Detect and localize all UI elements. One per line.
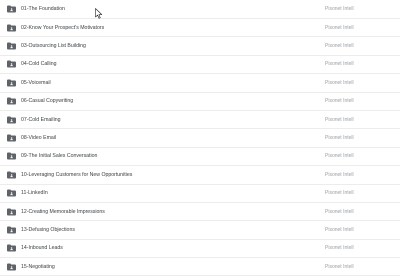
- folder-row[interactable]: 15-Negotiating Pisonet Intell: [0, 258, 400, 276]
- shared-folder-icon: [7, 134, 16, 142]
- folder-row[interactable]: 09-The Initial Sales Conversation Pisonet…: [0, 148, 400, 167]
- folder-row[interactable]: 05-Voicemail Pisonet Intell: [0, 74, 400, 93]
- folder-owner: Pisonet Intell: [325, 6, 354, 12]
- folder-row[interactable]: 13-Defusing Objections Pisonet Intell: [0, 221, 400, 240]
- folder-name: 03-Outsourcing List Building: [21, 43, 86, 50]
- folder-name: 02-Know Your Prospect's Motivators: [21, 24, 105, 31]
- folder-name: 06-Casual Copywriting: [21, 98, 74, 105]
- folder-name: 13-Defusing Objections: [21, 226, 75, 233]
- folder-name: 11-LinkedIn: [21, 190, 48, 197]
- shared-folder-icon: [7, 24, 16, 32]
- folder-name: 14-Inbound Leads: [21, 245, 63, 252]
- folder-row[interactable]: 10-Leveraging Customers for New Opportun…: [0, 166, 400, 185]
- shared-folder-icon: [7, 97, 16, 105]
- folder-owner: Pisonet Intell: [325, 171, 354, 178]
- folder-row[interactable]: 08-Video Email Pisonet Intell: [0, 129, 400, 148]
- folder-owner: Pisonet Intell: [325, 61, 354, 68]
- folder-row[interactable]: 02-Know Your Prospect's Motivators Pisone…: [0, 19, 400, 38]
- folder-row[interactable]: 11-LinkedIn Pisonet Intell: [0, 185, 400, 203]
- folder-name: 04-Cold Calling: [21, 61, 57, 68]
- shared-folder-icon: [7, 152, 16, 160]
- folder-name: 09-The Initial Sales Conversation: [21, 153, 98, 160]
- folder-owner: Pisonet Intell: [325, 226, 354, 233]
- shared-folder-icon: [7, 189, 16, 197]
- folder-name: 12-Creating Memorable Impressions: [21, 208, 105, 215]
- shared-folder-icon: [7, 244, 16, 252]
- folder-name: 01-The Foundation: [21, 6, 65, 12]
- folder-owner: Pisonet Intell: [325, 24, 354, 31]
- folder-owner: Pisonet Intell: [325, 98, 354, 105]
- folder-name: 15-Negotiating: [21, 263, 55, 270]
- folder-row[interactable]: 12-Creating Memorable Impressions Pisonet…: [0, 203, 400, 222]
- shared-folder-icon: [7, 79, 16, 87]
- folder-owner: Pisonet Intell: [325, 116, 354, 123]
- folder-name: 05-Voicemail: [21, 79, 51, 86]
- folder-name: 08-Video Email: [21, 135, 57, 142]
- shared-folder-icon: [7, 263, 16, 271]
- folder-owner: Pisonet Intell: [325, 190, 354, 197]
- shared-folder-icon: [7, 5, 16, 13]
- folder-owner: Pisonet Intell: [325, 153, 354, 160]
- folder-owner: Pisonet Intell: [325, 263, 354, 270]
- shared-folder-icon: [7, 42, 16, 50]
- folder-owner: Pisonet Intell: [325, 208, 354, 215]
- folder-name: 10-Leveraging Customers for New Opportun…: [21, 171, 133, 178]
- folder-row[interactable]: 06-Casual Copywriting Pisonet Intell: [0, 93, 400, 111]
- folder-row[interactable]: 01-The Foundation Pisonet Intell: [0, 0, 400, 19]
- shared-folder-icon: [7, 226, 16, 234]
- shared-folder-icon: [7, 171, 16, 179]
- folder-owner: Pisonet Intell: [325, 43, 354, 50]
- folder-owner: Pisonet Intell: [325, 135, 354, 142]
- shared-folder-icon: [7, 116, 16, 124]
- folder-owner: Pisonet Intell: [325, 79, 354, 86]
- folder-row[interactable]: 04-Cold Calling Pisonet Intell: [0, 56, 400, 75]
- shared-folder-icon: [7, 60, 16, 68]
- folder-list: 01-The Foundation Pisonet Intell 02-Know Y…: [0, 0, 400, 276]
- folder-row[interactable]: 14-Inbound Leads Pisonet Intell: [0, 240, 400, 259]
- folder-owner: Pisonet Intell: [325, 245, 354, 252]
- folder-name: 07-Cold Emailing: [21, 116, 61, 123]
- folder-row[interactable]: 07-Cold Emailing Pisonet Intell: [0, 111, 400, 130]
- folder-row[interactable]: 03-Outsourcing List Building Pisonet Inte…: [0, 37, 400, 56]
- shared-folder-icon: [7, 208, 16, 216]
- mouse-cursor-icon: [95, 8, 103, 19]
